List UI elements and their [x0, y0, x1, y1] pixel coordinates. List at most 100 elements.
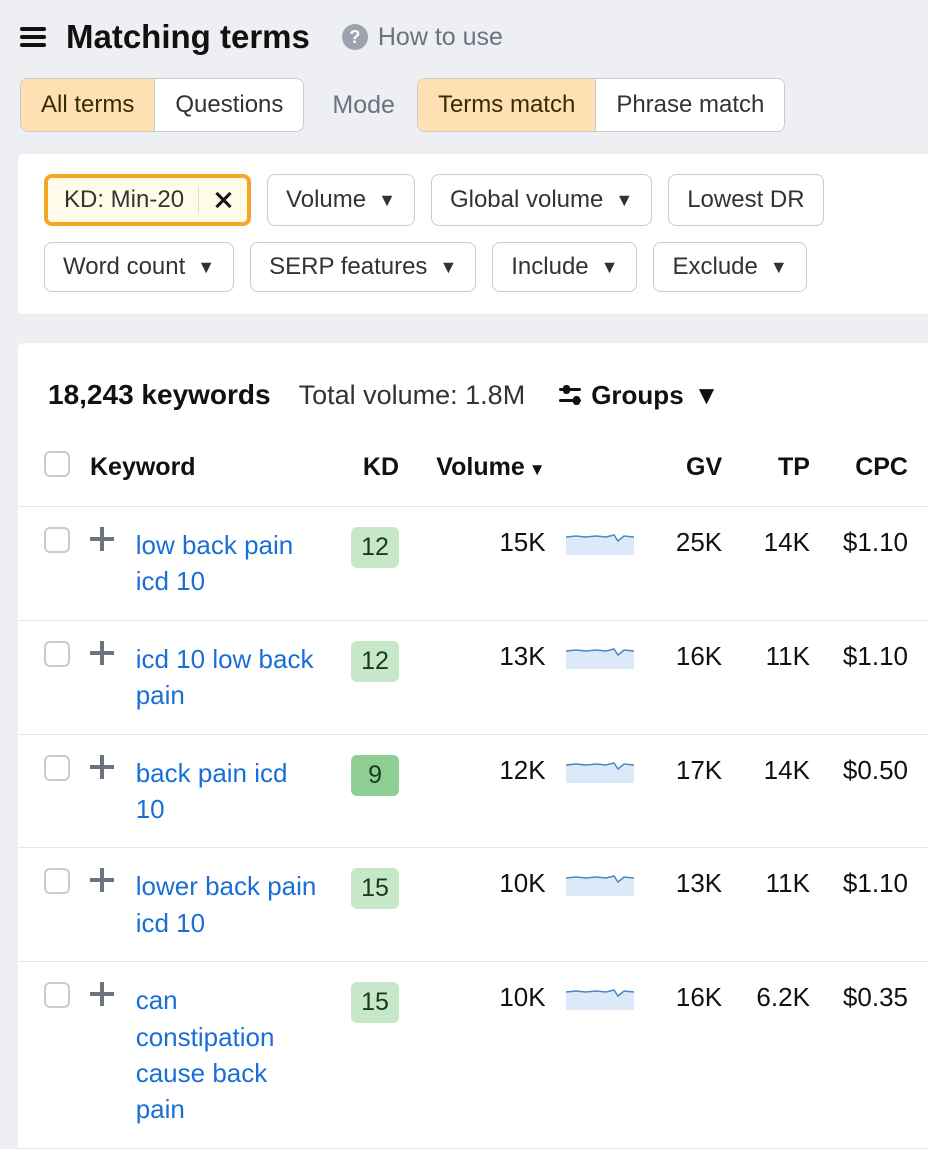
table-row: icd 10 low back pain1213K16K11K$1.10 [18, 620, 928, 734]
volume-cell: 10K [417, 848, 556, 962]
keyword-link[interactable]: can constipation cause back pain [136, 982, 319, 1128]
filter-word-count-label: Word count [63, 253, 185, 281]
tp-cell: 14K [732, 734, 820, 848]
tab-phrase-match[interactable]: Phrase match [595, 79, 784, 131]
sort-desc-icon: ▼ [529, 460, 546, 479]
select-all-checkbox[interactable] [44, 451, 70, 477]
table-row: low back pain icd 10 12 15K 25K14K$1.10 [18, 507, 928, 621]
kd-badge: 12 [351, 641, 399, 682]
filter-kd-label: KD: Min-20 [64, 186, 198, 214]
kd-badge: 15 [351, 868, 399, 909]
table-row: can constipation cause back pain1510K16K… [18, 962, 928, 1149]
filter-global-volume[interactable]: Global volume ▼ [431, 174, 652, 226]
filter-serp-features[interactable]: SERP features ▼ [250, 242, 476, 292]
filter-exclude-label: Exclude [672, 253, 757, 281]
groups-toggle[interactable]: Groups ▼ [559, 380, 719, 411]
expand-icon[interactable] [90, 868, 114, 892]
keyword-link[interactable]: icd 10 low back pain [136, 641, 319, 714]
expand-icon[interactable] [90, 641, 114, 665]
tp-cell: 14K [732, 507, 820, 621]
cpc-cell: $0.35 [820, 962, 928, 1149]
trend-sparkline [566, 527, 634, 555]
row-checkbox[interactable] [44, 755, 70, 781]
filter-exclude[interactable]: Exclude ▼ [653, 242, 806, 292]
gv-cell: 13K [645, 848, 732, 962]
kd-badge: 15 [351, 982, 399, 1023]
filter-volume[interactable]: Volume ▼ [267, 174, 415, 226]
trend-sparkline [566, 755, 634, 783]
volume-cell: 13K [417, 620, 556, 734]
menu-icon[interactable] [20, 27, 46, 47]
term-type-segmented: All terms Questions [20, 78, 304, 132]
row-checkbox[interactable] [44, 641, 70, 667]
filter-word-count[interactable]: Word count ▼ [44, 242, 234, 292]
chevron-down-icon: ▼ [601, 257, 619, 278]
filter-include[interactable]: Include ▼ [492, 242, 637, 292]
trend-sparkline [566, 641, 634, 669]
keyword-link[interactable]: back pain icd 10 [136, 755, 319, 828]
how-to-use-link[interactable]: ? How to use [342, 23, 503, 52]
keywords-table: Keyword KD Volume ▼ GV TP CPC low back pa… [18, 435, 928, 1149]
match-mode-segmented: Terms match Phrase match [417, 78, 785, 132]
gv-cell: 16K [645, 620, 732, 734]
sliders-icon [559, 386, 581, 404]
mode-label: Mode [332, 91, 395, 120]
chevron-down-icon: ▼ [694, 380, 720, 411]
expand-icon[interactable] [90, 527, 114, 551]
chevron-down-icon: ▼ [439, 257, 457, 278]
col-volume-label: Volume [436, 453, 524, 481]
filter-lowest-dr[interactable]: Lowest DR [668, 174, 823, 226]
kd-badge: 9 [351, 755, 399, 796]
col-cpc[interactable]: CPC [820, 435, 928, 507]
col-volume[interactable]: Volume ▼ [417, 435, 556, 507]
row-checkbox[interactable] [44, 527, 70, 553]
col-tp[interactable]: TP [732, 435, 820, 507]
filter-kd-active[interactable]: KD: Min-20 [44, 174, 251, 226]
chevron-down-icon: ▼ [197, 257, 215, 278]
col-kd[interactable]: KD [329, 435, 417, 507]
tab-terms-match[interactable]: Terms match [418, 79, 595, 131]
help-icon: ? [342, 24, 368, 50]
cpc-cell: $1.10 [820, 620, 928, 734]
gv-cell: 17K [645, 734, 732, 848]
filter-global-volume-label: Global volume [450, 186, 603, 214]
gv-cell: 25K [645, 507, 732, 621]
tp-cell: 11K [732, 848, 820, 962]
col-trend [556, 435, 646, 507]
trend-sparkline [566, 982, 634, 1010]
chevron-down-icon: ▼ [615, 190, 633, 211]
volume-cell: 12K [417, 734, 556, 848]
col-gv[interactable]: GV [645, 435, 732, 507]
close-icon [213, 190, 233, 210]
groups-label: Groups [591, 380, 683, 411]
kd-badge: 12 [351, 527, 399, 568]
filter-include-label: Include [511, 253, 588, 281]
how-to-use-label: How to use [378, 23, 503, 52]
page-title: Matching terms [66, 18, 310, 56]
total-volume: Total volume: 1.8M [299, 380, 526, 411]
keyword-link[interactable]: lower back pain icd 10 [136, 868, 319, 941]
keyword-link[interactable]: low back pain icd 10 [136, 527, 319, 600]
volume-cell: 15K [417, 507, 556, 621]
col-keyword[interactable]: Keyword [80, 435, 329, 507]
filter-row: KD: Min-20 Volume ▼ Global volume ▼ Lowe… [18, 154, 928, 315]
volume-cell: 10K [417, 962, 556, 1149]
table-row: lower back pain icd 10 15 10K 13K11K$1.10 [18, 848, 928, 962]
tab-all-terms[interactable]: All terms [21, 79, 154, 131]
expand-icon[interactable] [90, 755, 114, 779]
filter-lowest-dr-label: Lowest DR [687, 186, 804, 214]
table-row: back pain icd 10 9 12K 17K14K$0.50 [18, 734, 928, 848]
cpc-cell: $1.10 [820, 507, 928, 621]
filter-volume-label: Volume [286, 186, 366, 214]
filter-kd-remove[interactable] [198, 186, 247, 214]
chevron-down-icon: ▼ [378, 190, 396, 211]
expand-icon[interactable] [90, 982, 114, 1006]
chevron-down-icon: ▼ [770, 257, 788, 278]
cpc-cell: $0.50 [820, 734, 928, 848]
trend-sparkline [566, 868, 634, 896]
tab-questions[interactable]: Questions [154, 79, 303, 131]
cpc-cell: $1.10 [820, 848, 928, 962]
row-checkbox[interactable] [44, 982, 70, 1008]
filter-serp-features-label: SERP features [269, 253, 427, 281]
row-checkbox[interactable] [44, 868, 70, 894]
